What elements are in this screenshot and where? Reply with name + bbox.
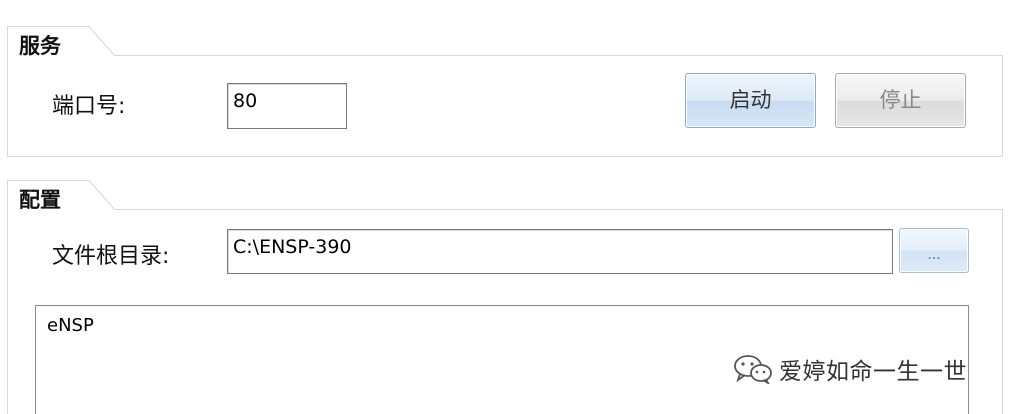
service-tab: 服务 — [7, 26, 117, 58]
stop-button-label: 停止 — [879, 88, 922, 112]
start-button[interactable]: 启动 — [685, 73, 816, 128]
root-dir-label: 文件根目录: — [52, 244, 170, 269]
service-tab-label: 服务 — [19, 34, 61, 58]
wechat-icon — [734, 355, 772, 384]
watermark-text: 爱婷如命一生一世 — [779, 359, 967, 385]
watermark: 爱婷如命一生一世 — [733, 352, 967, 386]
browse-button-label: ... — [927, 247, 941, 263]
http-server-config-window: 服务 端口号: 80 启动 停止 配置 文件根目录: C:\ENSP-390 .… — [0, 0, 1011, 414]
log-output-text: eNSP — [47, 315, 94, 336]
stop-button[interactable]: 停止 — [835, 73, 966, 128]
root-dir-input[interactable]: C:\ENSP-390 — [227, 229, 893, 274]
browse-button[interactable]: ... — [899, 228, 969, 273]
config-tab-label: 配置 — [19, 188, 61, 212]
port-input[interactable]: 80 — [227, 83, 347, 129]
start-button-label: 启动 — [729, 88, 772, 112]
config-tab: 配置 — [7, 180, 117, 212]
port-label: 端口号: — [52, 94, 126, 119]
